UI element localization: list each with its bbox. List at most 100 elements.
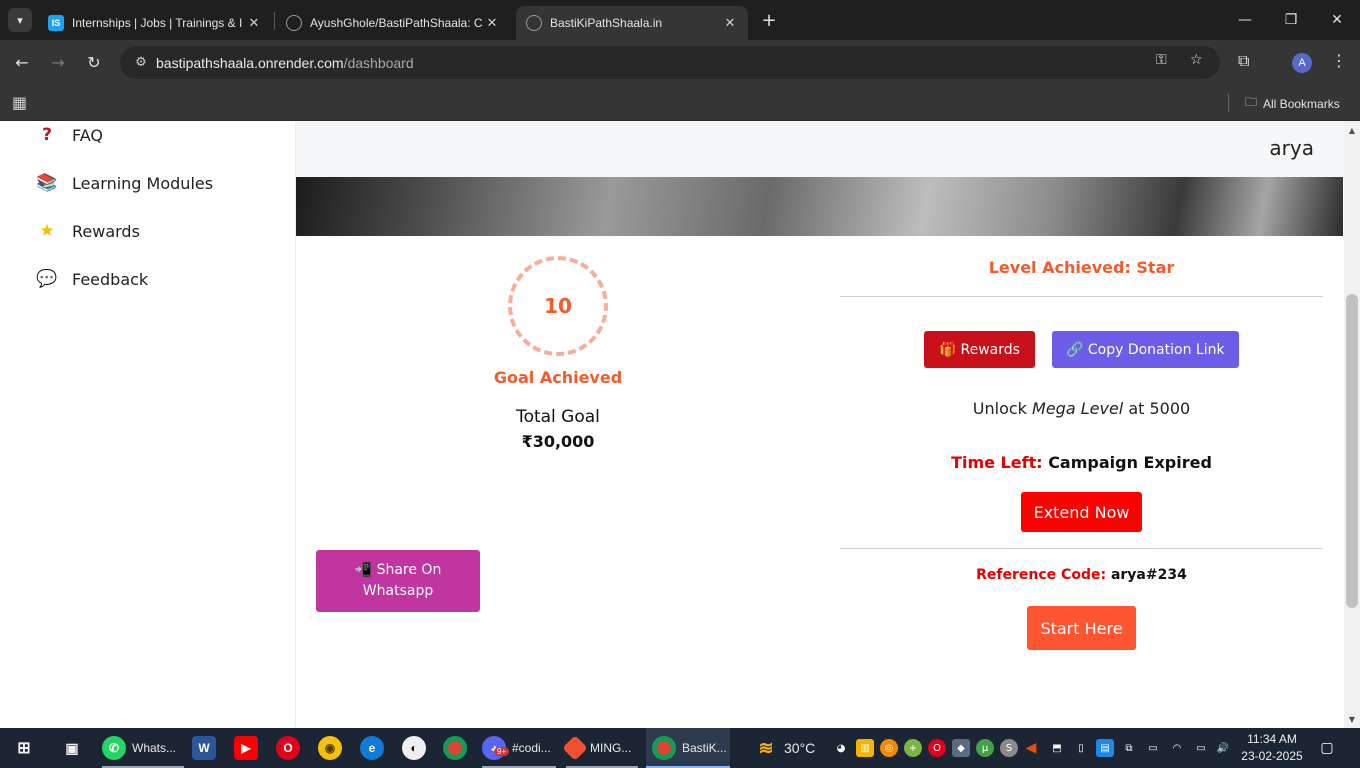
taskbar-chrome[interactable] xyxy=(443,728,467,768)
tab-label: Internships | Jobs | Trainings & I xyxy=(72,16,243,30)
scroll-thumb[interactable] xyxy=(1346,294,1358,608)
all-bookmarks-button[interactable]: 🗀 All Bookmarks xyxy=(1245,93,1340,114)
tray-app-icon[interactable]: ◆ xyxy=(952,739,970,757)
task-view-icon: ▣ xyxy=(65,739,79,756)
tab-label: BastiKiPathShaala.in xyxy=(550,16,663,30)
copy-donation-link-button[interactable]: 🔗 Copy Donation Link xyxy=(1052,331,1239,368)
close-tab-icon[interactable]: ✕ xyxy=(722,15,738,31)
sidebar-item-learning-modules[interactable]: 📚 Learning Modules xyxy=(36,173,213,193)
notifications-icon[interactable]: ▢ xyxy=(1318,739,1336,757)
link-icon: 🔗 xyxy=(1066,341,1084,358)
browser-toolbar: ← → ↻ ⚙ bastipathshaala.onrender.com/das… xyxy=(0,40,1360,85)
books-icon: 📚 xyxy=(36,173,58,193)
sidebar-item-faq[interactable]: ? FAQ xyxy=(36,125,103,145)
sidebar-item-rewards[interactable]: ★ Rewards xyxy=(36,221,140,241)
taskbar-app[interactable]: ◉ xyxy=(318,728,342,768)
dashboard-content: 10 Goal Achieved Total Goal ₹30,000 📲 Sh… xyxy=(296,236,1344,728)
close-tab-icon[interactable]: ✕ xyxy=(484,15,500,31)
extend-now-button[interactable]: Extend Now xyxy=(1021,492,1142,532)
utorrent-icon[interactable]: µ xyxy=(976,739,994,757)
tray-app-icon[interactable]: ▤ xyxy=(1096,739,1114,757)
total-goal-amount: ₹30,000 xyxy=(521,432,595,451)
rewards-button[interactable]: 🎁 Rewards xyxy=(924,331,1035,368)
scroll-down-icon[interactable]: ▼ xyxy=(1344,712,1360,726)
goal-status: Goal Achieved xyxy=(493,368,623,387)
tray-s-icon[interactable]: S xyxy=(1000,739,1018,757)
tab-internshala[interactable]: IS Internships | Jobs | Trainings & I ✕ xyxy=(38,6,272,40)
taskbar-chrome-active[interactable]: BastiK... xyxy=(646,728,730,768)
battery-icon[interactable]: ▭ xyxy=(1192,739,1210,757)
weather-icon: ≋ xyxy=(758,737,774,758)
taskbar-word[interactable]: W xyxy=(192,728,216,768)
restore-icon[interactable]: ❐ xyxy=(1268,0,1314,40)
sidebar-item-label: Rewards xyxy=(72,221,140,241)
gift-icon: 🎁 xyxy=(939,341,957,358)
back-icon[interactable]: ← xyxy=(10,50,34,74)
start-here-button[interactable]: Start Here xyxy=(1027,606,1136,650)
level-achieved: Level Achieved: Star xyxy=(988,258,1175,277)
taskbar-git[interactable]: MING... xyxy=(562,728,638,768)
forward-icon[interactable]: → xyxy=(46,50,70,74)
tab-label: AyushGhole/BastiPathShaala: C xyxy=(310,16,483,30)
password-key-icon[interactable]: ⚿ xyxy=(1156,52,1167,68)
scroll-up-icon[interactable]: ▲ xyxy=(1344,123,1360,137)
share-whatsapp-button[interactable]: 📲 Share On Whatsapp xyxy=(316,550,480,612)
close-tab-icon[interactable]: ✕ xyxy=(246,15,262,31)
minimize-icon[interactable]: — xyxy=(1222,0,1268,40)
taskbar-whatsapp[interactable]: ✆ Whats... xyxy=(102,728,184,768)
start-button[interactable]: ⊞ xyxy=(12,728,36,768)
reload-icon[interactable]: ↻ xyxy=(82,50,106,74)
tray-icon[interactable]: ⬒ xyxy=(1048,739,1066,757)
divider xyxy=(840,296,1323,297)
site-info-icon[interactable]: ⚙ xyxy=(126,55,156,70)
tab-github[interactable]: AyushGhole/BastiPathShaala: C ✕ xyxy=(276,6,510,40)
taskbar-edge[interactable]: e xyxy=(360,728,384,768)
taskbar-opera[interactable]: O xyxy=(276,728,300,768)
extensions-icon[interactable]: ⧉ xyxy=(1238,51,1249,71)
page-scrollbar[interactable]: ▲ ▼ xyxy=(1344,121,1360,728)
username[interactable]: arya xyxy=(1269,136,1314,160)
apps-grid-icon[interactable]: ▦ xyxy=(12,93,27,112)
tray-app-icon[interactable]: ◎ xyxy=(880,739,898,757)
browser-tab-strip: ▾ IS Internships | Jobs | Trainings & I … xyxy=(0,0,1360,40)
opera-tray-icon[interactable]: O xyxy=(928,739,946,757)
meet-now-icon[interactable]: ⧉ xyxy=(1120,739,1138,757)
taskbar-discord[interactable]: ◕ #codi... 9+ xyxy=(482,728,556,768)
tray-volume-app-icon[interactable]: ◀ xyxy=(1022,739,1040,757)
chart-tray-icon[interactable]: ▥ xyxy=(856,739,874,757)
url-text[interactable]: bastipathshaala.onrender.com/dashboard xyxy=(156,55,414,71)
tab-search-icon[interactable]: ▾ xyxy=(8,8,32,32)
profile-avatar[interactable]: A xyxy=(1292,53,1312,73)
reference-code: Reference Code: arya#234 xyxy=(976,567,1187,583)
star-icon: ★ xyxy=(39,221,55,241)
app-icon: ◉ xyxy=(318,736,342,760)
time-left: Time Left: Campaign Expired xyxy=(951,453,1212,472)
sidebar-item-feedback[interactable]: 💬 Feedback xyxy=(36,269,148,289)
discord-tray-icon[interactable]: ◕ xyxy=(832,739,850,757)
volume-icon[interactable]: 🔊 xyxy=(1214,739,1232,757)
wifi-icon[interactable]: ◠ xyxy=(1168,739,1186,757)
bookmark-star-icon[interactable]: ☆ xyxy=(1190,52,1203,68)
menu-icon[interactable]: ⋮ xyxy=(1331,51,1347,70)
chrome-icon xyxy=(443,736,467,760)
address-bar[interactable]: ⚙ bastipathshaala.onrender.com/dashboard… xyxy=(120,46,1220,79)
page-viewport: ? FAQ 📚 Learning Modules ★ Rewards 💬 Fee… xyxy=(0,121,1344,728)
git-icon xyxy=(562,735,588,761)
tray-plus-icon[interactable]: + xyxy=(904,739,922,757)
task-view-button[interactable]: ▣ xyxy=(60,728,84,768)
display-icon[interactable]: ▭ xyxy=(1144,739,1162,757)
system-clock[interactable]: 11:34 AM 23-02-2025 xyxy=(1232,731,1312,765)
new-tab-button[interactable]: + xyxy=(758,8,780,32)
tab-bastikipathshaala[interactable]: BastiKiPathShaala.in ✕ xyxy=(516,6,748,40)
tab-separator xyxy=(274,12,275,30)
close-window-icon[interactable]: ✕ xyxy=(1314,0,1360,40)
taskbar-github[interactable]: ◐ xyxy=(402,728,426,768)
total-goal-label: Total Goal xyxy=(516,407,600,427)
bookmarks-bar: ▦ 🗀 All Bookmarks xyxy=(0,85,1360,121)
weather-widget[interactable]: ≋ 30°C xyxy=(754,728,815,768)
taskbar-youtube[interactable]: ▶ xyxy=(234,728,258,768)
goal-progress-ring: 10 xyxy=(508,256,608,356)
word-icon: W xyxy=(192,736,216,760)
usb-icon[interactable]: ▯ xyxy=(1072,739,1090,757)
edge-icon: e xyxy=(360,736,384,760)
